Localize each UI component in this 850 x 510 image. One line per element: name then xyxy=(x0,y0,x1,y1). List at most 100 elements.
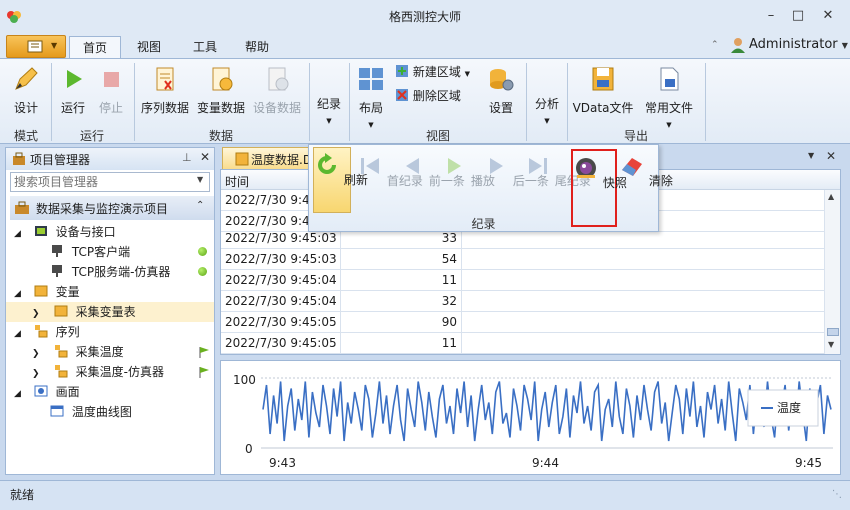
cell-value: 90 xyxy=(441,315,457,329)
grid-vertical-scrollbar[interactable]: ▲ ▼ xyxy=(824,190,840,354)
document-tab[interactable]: 温度数据.D xyxy=(222,147,314,169)
project-briefcase-icon xyxy=(15,201,29,214)
new-area-button[interactable]: 新建区域 ▼ xyxy=(395,63,470,81)
new-area-label: 新建区域 xyxy=(412,65,461,79)
scroll-down-icon[interactable]: ▼ xyxy=(828,340,834,349)
next-record-button[interactable]: 后一条 xyxy=(483,149,549,209)
chart-legend: 温度 xyxy=(747,389,819,427)
tree-node-devices[interactable]: ◢ 设备与接口 xyxy=(6,222,214,242)
collapsed-arrow-icon[interactable]: ❯ xyxy=(32,344,50,364)
clear-label: 清除 xyxy=(648,174,673,188)
tab-home[interactable]: 首页 xyxy=(69,36,121,58)
table-row[interactable]: 2022/7/30 9:45:05 90 xyxy=(221,312,825,333)
variable-data-label: 变量数据 xyxy=(196,101,245,115)
pin-icon[interactable]: ⊥ xyxy=(182,151,192,164)
common-file-button[interactable]: 常用文件 ▼ xyxy=(638,61,700,129)
minimize-button[interactable]: – xyxy=(757,5,785,27)
previous-record-button[interactable]: 前一条 xyxy=(399,149,465,209)
expand-arrow-icon[interactable]: ◢ xyxy=(14,224,30,244)
analysis-menu-button[interactable]: 分析 ▼ xyxy=(530,95,564,125)
table-row[interactable]: 2022/7/30 9:45:04 11 xyxy=(221,270,825,291)
legend-label: 温度 xyxy=(777,400,801,415)
collapse-icon[interactable]: ⌃ xyxy=(196,200,204,211)
variable-data-button[interactable]: 变量数据 xyxy=(194,61,248,123)
temperature-chart: 100 0 9:43 9:44 9:45 温度 xyxy=(220,360,841,475)
delete-area-label: 删除区域 xyxy=(412,89,461,103)
tree-node-variable-table[interactable]: ❯ 采集变量表 xyxy=(6,302,214,322)
tree-node-tcp-server[interactable]: TCP服务端-仿真器 xyxy=(6,262,214,282)
vdata-file-button[interactable]: VData文件 xyxy=(572,61,634,123)
project-manager-title: 项目管理器 xyxy=(30,153,91,167)
device-data-button[interactable]: 设备数据 xyxy=(250,61,304,123)
expand-arrow-icon[interactable]: ◢ xyxy=(14,384,30,404)
status-ok-icon xyxy=(198,247,207,256)
close-document-icon[interactable]: ✕ xyxy=(826,149,836,163)
maximize-button[interactable]: □ xyxy=(784,5,812,27)
cell-time: 2022/7/30 9:45:05 xyxy=(225,336,337,350)
cell-value: 54 xyxy=(441,252,457,266)
y-tick-label: 0 xyxy=(245,442,253,456)
expand-arrow-icon[interactable]: ◢ xyxy=(14,284,30,304)
settings-label: 设置 xyxy=(488,101,513,115)
settings-button[interactable]: 设置 xyxy=(483,61,519,123)
play-record-button[interactable]: 播放 xyxy=(441,149,495,209)
tree-node-tcp-client[interactable]: TCP客户端 xyxy=(6,242,214,262)
stop-label: 停止 xyxy=(98,101,123,115)
refresh-button[interactable]: 刷新 xyxy=(313,147,368,213)
clear-button[interactable]: 清除 xyxy=(619,149,673,209)
tree-node-temperature-chart[interactable]: 温度曲线图 xyxy=(6,402,214,422)
tree-node-collect-temperature[interactable]: ❯ 采集温度 xyxy=(6,342,214,362)
tab-help[interactable]: 帮助 xyxy=(234,36,280,58)
design-button[interactable]: 设计 xyxy=(8,61,44,123)
first-record-button[interactable]: 首纪录 xyxy=(357,149,423,209)
project-search-input[interactable] xyxy=(11,173,191,191)
play-icon xyxy=(67,70,82,88)
scroll-up-icon[interactable]: ▲ xyxy=(828,192,834,201)
sequence-data-button[interactable]: 序列数据 xyxy=(138,61,192,123)
collapsed-arrow-icon[interactable]: ❯ xyxy=(32,364,50,384)
table-row[interactable]: 2022/7/30 9:45:05 11 xyxy=(221,333,825,354)
run-button[interactable]: 运行 xyxy=(56,61,90,123)
group-separator xyxy=(526,63,527,141)
application-menu-button[interactable]: ▼ xyxy=(6,35,66,58)
tab-list-dropdown-icon[interactable]: ▼ xyxy=(808,151,814,160)
previous-icon xyxy=(406,158,419,174)
collapse-ribbon-icon[interactable]: ⌃ xyxy=(711,40,719,50)
user-menu[interactable]: Administrator ▼ xyxy=(749,37,848,52)
table-row[interactable]: 2022/7/30 9:45:04 32 xyxy=(221,291,825,312)
tree-node-sequences[interactable]: ◢ 序列 xyxy=(6,322,214,342)
group-separator xyxy=(309,63,310,141)
tree-node-screens[interactable]: ◢ 画面 xyxy=(6,382,214,402)
stop-button[interactable]: 停止 xyxy=(94,61,128,123)
tree-label: 采集变量表 xyxy=(75,305,136,319)
title-bar: 格西测控大师 – □ ✕ xyxy=(0,0,850,33)
search-dropdown-icon[interactable]: ▼ xyxy=(197,175,203,184)
delete-area-button[interactable]: 删除区域 xyxy=(395,87,461,105)
table-row[interactable]: 2022/7/30 9:45:03 54 xyxy=(221,249,825,270)
ribbon-panel: 设计 模式 运行 停止 运行 序列数据 变量数据 设备数据 数据 纪录 ▼ 布局… xyxy=(0,58,850,144)
tree-node-variables[interactable]: ◢ 变量 xyxy=(6,282,214,302)
close-panel-icon[interactable]: ✕ xyxy=(200,150,210,164)
stop-icon xyxy=(104,72,119,87)
collapsed-arrow-icon[interactable]: ❯ xyxy=(32,304,50,324)
resize-grip-icon[interactable]: ⋱ xyxy=(832,489,842,500)
design-label: 设计 xyxy=(13,101,38,115)
project-search-box: ▼ xyxy=(10,172,210,192)
close-button[interactable]: ✕ xyxy=(814,5,842,27)
flag-icon xyxy=(199,347,209,358)
tab-tools[interactable]: 工具 xyxy=(182,36,228,58)
layout-button[interactable]: 布局 ▼ xyxy=(354,61,388,129)
column-header-time: 时间 xyxy=(225,175,250,189)
chevron-down-icon: ▼ xyxy=(544,117,550,125)
record-menu-button[interactable]: 纪录 ▼ xyxy=(312,95,346,125)
record-group-label: 纪录 xyxy=(471,217,496,231)
scroll-thumb[interactable] xyxy=(827,328,839,336)
series-line-group xyxy=(262,381,832,442)
project-header[interactable]: 数据采集与监控演示项目 ⌃ xyxy=(10,196,214,220)
last-record-button[interactable]: 尾纪录 xyxy=(525,149,591,209)
expand-arrow-icon[interactable]: ◢ xyxy=(14,324,30,344)
tree-node-collect-temperature-sim[interactable]: ❯ 采集温度-仿真器 xyxy=(6,362,214,382)
sequence-icon xyxy=(54,365,68,378)
tree-label: 采集温度 xyxy=(75,345,124,359)
tab-view[interactable]: 视图 xyxy=(126,36,172,58)
